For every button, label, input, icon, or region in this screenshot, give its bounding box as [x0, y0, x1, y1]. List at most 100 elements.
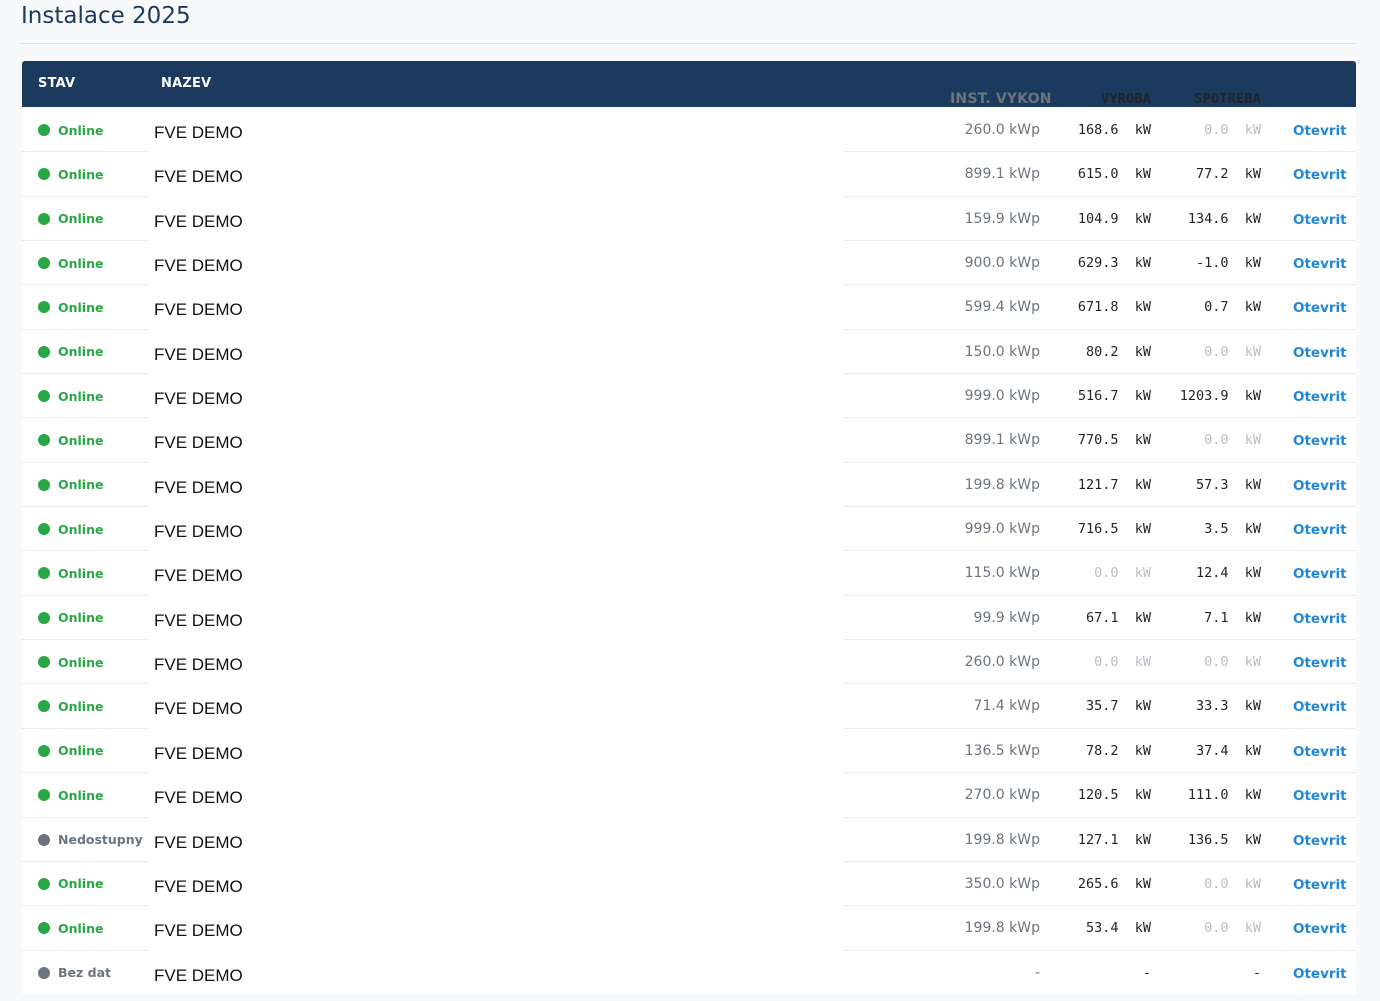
consumption-value: 0.0	[1204, 432, 1229, 449]
consumption-value: 37.4	[1195, 742, 1229, 759]
installed-power: 999.0 kWp	[964, 388, 1040, 405]
consumption-value: 77.2	[1195, 166, 1229, 183]
installed-power: 899.1 kWp	[964, 166, 1040, 183]
production-unit: kW	[1134, 831, 1151, 848]
status-badge: Nedostupny	[38, 832, 143, 847]
open-link[interactable]: Otevrit	[1293, 212, 1347, 228]
row-divider	[22, 860, 148, 862]
row-divider	[22, 240, 148, 242]
open-link[interactable]: Otevrit	[1293, 522, 1347, 538]
consumption-value: 0.0	[1204, 122, 1229, 138]
open-link[interactable]: Otevrit	[1293, 345, 1347, 361]
status-label: Online	[58, 565, 104, 581]
status-badge: Online	[38, 477, 104, 493]
open-link[interactable]: Otevrit	[1293, 788, 1347, 804]
row-divider	[22, 683, 148, 685]
status-dot-icon	[38, 567, 50, 580]
status-label: Online	[58, 610, 104, 626]
row-divider	[22, 816, 148, 818]
production: 716.5 kW	[1078, 521, 1151, 537]
consumption: 0.0 kW	[1204, 876, 1261, 892]
row-divider	[22, 727, 148, 729]
table-row: Online FVE DEMO 199.8 kWp 53.4 kW 0.0 kW Otev…	[22, 905, 1356, 950]
column-header-stav[interactable]: STAV	[38, 61, 75, 107]
production: 53.4 kW	[1086, 920, 1151, 936]
row-divider	[844, 683, 1356, 685]
status-dot-icon	[38, 744, 50, 757]
open-link[interactable]: Otevrit	[1293, 966, 1347, 982]
installation-name: FVE DEMO	[154, 300, 243, 320]
status-dot-icon	[38, 789, 50, 802]
installation-name: FVE DEMO	[154, 610, 243, 630]
installed-power: 71.4 kWp	[973, 698, 1040, 715]
row-divider	[844, 594, 1356, 596]
row-divider	[844, 151, 1356, 153]
production-unit: kW	[1134, 565, 1151, 582]
open-link[interactable]: Otevrit	[1293, 833, 1347, 849]
table-row: Online FVE DEMO 270.0 kWp 120.5 kW 111.0 kW O…	[22, 772, 1356, 817]
open-link[interactable]: Otevrit	[1293, 433, 1347, 449]
consumption: 12.4 kW	[1196, 565, 1261, 581]
production-value: 0.0	[1094, 565, 1119, 582]
production-value: 104.9	[1077, 210, 1119, 227]
production-value: 53.4	[1085, 920, 1119, 937]
production-value: 671.8	[1077, 299, 1119, 316]
open-link[interactable]: Otevrit	[1293, 256, 1347, 272]
consumption: -	[1253, 965, 1261, 981]
status-badge: Bez dat	[38, 965, 111, 980]
open-link[interactable]: Otevrit	[1293, 478, 1347, 494]
row-divider	[22, 195, 148, 197]
open-link[interactable]: Otevrit	[1293, 611, 1347, 627]
production-unit: kW	[1134, 698, 1151, 715]
status-dot-icon	[38, 922, 50, 935]
consumption: 0.0 kW	[1204, 122, 1261, 138]
open-link[interactable]: Otevrit	[1293, 167, 1347, 183]
production-value: 35.7	[1085, 698, 1119, 715]
column-header-nazev[interactable]: NAZEV	[161, 61, 211, 107]
open-link[interactable]: Otevrit	[1293, 566, 1347, 582]
consumption-value: 0.0	[1204, 654, 1229, 671]
open-link[interactable]: Otevrit	[1293, 389, 1347, 405]
open-link[interactable]: Otevrit	[1293, 744, 1347, 760]
status-label: Online	[58, 166, 104, 182]
installed-power: 199.8 kWp	[964, 476, 1040, 493]
installation-name: FVE DEMO	[154, 433, 243, 453]
table-row: Online FVE DEMO 115.0 kWp 0.0 kW 12.4 kW Otev…	[22, 550, 1356, 595]
row-divider	[844, 195, 1356, 197]
production-value: 168.6	[1077, 122, 1119, 138]
open-link[interactable]: Otevrit	[1293, 300, 1347, 316]
open-link[interactable]: Otevrit	[1293, 921, 1347, 937]
consumption-value: 33.3	[1195, 698, 1229, 715]
table-row: Nedostupny FVE DEMO 199.8 kWp 127.1 kW 136.5…	[22, 816, 1356, 861]
open-link[interactable]: Otevrit	[1293, 123, 1347, 139]
production: 120.5 kW	[1078, 787, 1151, 803]
consumption-unit: kW	[1244, 388, 1261, 405]
open-link[interactable]: Otevrit	[1293, 699, 1347, 715]
open-link[interactable]: Otevrit	[1293, 655, 1347, 671]
row-divider	[22, 905, 148, 907]
consumption-value: 0.0	[1204, 343, 1229, 360]
production-value: 516.7	[1077, 388, 1119, 405]
row-divider	[844, 550, 1356, 552]
table-row: Online FVE DEMO 350.0 kWp 265.6 kW 0.0 kW Ote…	[22, 860, 1356, 906]
installation-name: FVE DEMO	[154, 788, 243, 808]
status-label: Online	[58, 477, 104, 493]
production-unit: kW	[1134, 210, 1151, 227]
table-row: Bez dat FVE DEMO - - - Otevrit	[22, 949, 1356, 994]
production-value: 615.0	[1077, 166, 1119, 183]
open-link[interactable]: Otevrit	[1293, 877, 1347, 893]
consumption: 33.3 kW	[1196, 698, 1261, 714]
table-row: Online FVE DEMO 900.0 kWp 629.3 kW -1.0 kW Ot…	[22, 240, 1356, 285]
consumption-value: 12.4	[1195, 565, 1229, 582]
production-value: 120.5	[1077, 787, 1119, 804]
status-badge: Online	[38, 788, 103, 803]
consumption-unit: kW	[1244, 476, 1261, 493]
production: 265.6 kW	[1078, 876, 1151, 892]
production-unit: kW	[1134, 654, 1151, 671]
production: 0.0 kW	[1094, 565, 1151, 581]
production-unit: kW	[1134, 299, 1151, 316]
installation-name: FVE DEMO	[154, 921, 243, 941]
status-label: Online	[58, 521, 104, 537]
production-unit: kW	[1134, 166, 1151, 183]
production-value: 80.2	[1085, 343, 1119, 360]
